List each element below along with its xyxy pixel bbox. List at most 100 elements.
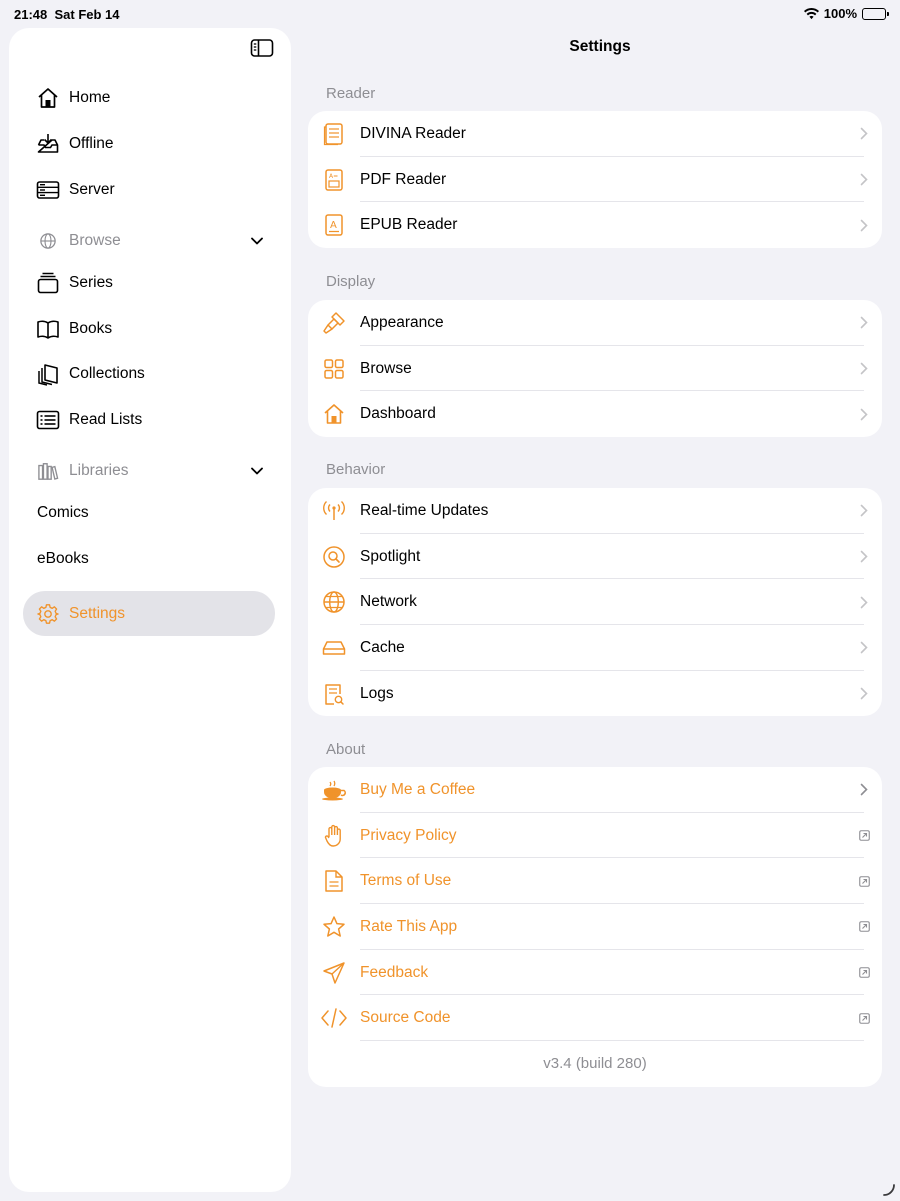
row-divina-reader[interactable]: DIVINA Reader [308, 111, 882, 157]
page-title: Settings [569, 38, 631, 55]
chevron-down-icon[interactable] [249, 463, 265, 479]
row-browse[interactable]: Browse [308, 346, 882, 392]
grid-icon [308, 346, 360, 392]
sidebar-item-settings[interactable]: Settings [23, 591, 275, 636]
row-terms-of-use[interactable]: Terms of Use [308, 858, 882, 904]
coffee-icon [308, 767, 360, 813]
star-icon [308, 904, 360, 950]
antenna-icon [308, 488, 360, 534]
svg-text:A: A [330, 220, 337, 231]
sidebar-section-label: Browse [69, 232, 121, 249]
chevron-right-icon [846, 596, 882, 609]
row-label: Terms of Use [360, 872, 452, 890]
sidebar-item-home[interactable]: Home [23, 76, 275, 120]
status-time: 21:48 Sat Feb 14 [14, 7, 120, 22]
row-cache[interactable]: Cache [308, 625, 882, 671]
row-realtime-updates[interactable]: Real-time Updates [308, 488, 882, 534]
external-link-icon [846, 1012, 882, 1024]
external-link-icon [846, 830, 882, 841]
sidebar-item-series[interactable]: Series [23, 261, 275, 305]
sidebar-item-label: Series [69, 274, 113, 291]
version-label: v3.4 (build 280) [543, 1055, 647, 1073]
settings-group-display: Appearance Browse Dashboard [308, 300, 882, 438]
row-label: Cache [360, 638, 405, 656]
status-indicators: 100% [803, 6, 889, 21]
gear-icon [35, 601, 61, 627]
hand-icon [308, 813, 360, 859]
row-logs[interactable]: Logs [308, 671, 882, 717]
row-source-code[interactable]: Source Code [308, 995, 882, 1041]
house-icon [35, 85, 61, 111]
settings-group-reader: DIVINA Reader A= PDF Reader A EPUB Reade… [308, 111, 882, 249]
row-label: Browse [360, 359, 412, 377]
globe-icon [35, 228, 61, 254]
row-label: Logs [360, 684, 394, 702]
sidebar-item-books[interactable]: Books [23, 307, 275, 351]
chevron-down-icon[interactable] [249, 233, 265, 249]
section-header-behavior: Behavior [326, 461, 386, 478]
globe-icon [308, 579, 360, 625]
sidebar-item-label: Collections [69, 365, 145, 382]
row-label: Dashboard [360, 405, 436, 423]
chevron-right-icon [846, 408, 882, 421]
sidebar-item-comics[interactable]: Comics [23, 491, 275, 535]
row-privacy-policy[interactable]: Privacy Policy [308, 813, 882, 859]
chevron-right-icon [846, 219, 882, 232]
sidebar-toggle-icon[interactable] [250, 38, 274, 58]
document-icon [308, 858, 360, 904]
sidebar-section-label: Libraries [69, 462, 129, 479]
status-clock: 21:48 [14, 7, 48, 22]
list-icon [35, 407, 61, 433]
sidebar-item-ebooks[interactable]: eBooks [23, 537, 275, 581]
server-icon [35, 177, 61, 203]
row-network[interactable]: Network [308, 579, 882, 625]
battery-percent: 100% [823, 6, 857, 21]
row-label: Buy Me a Coffee [360, 780, 476, 798]
chevron-right-icon [846, 783, 882, 796]
row-label: Spotlight [360, 547, 421, 565]
paintbrush-icon [308, 300, 360, 346]
section-header-reader: Reader [326, 85, 376, 102]
drive-icon [308, 625, 360, 671]
sidebar-item-label: Read Lists [69, 411, 143, 428]
row-pdf-reader[interactable]: A= PDF Reader [308, 157, 882, 203]
chevron-right-icon [846, 641, 882, 654]
sidebar: Home Offline Server Browse Series Books … [9, 28, 291, 1192]
sidebar-item-collections[interactable]: Collections [23, 352, 275, 396]
row-label: Privacy Policy [360, 826, 457, 844]
spotlight-icon [308, 534, 360, 580]
sidebar-item-offline[interactable]: Offline [23, 122, 275, 166]
wifi-icon [803, 7, 819, 19]
row-label: Appearance [360, 313, 444, 331]
row-feedback[interactable]: Feedback [308, 950, 882, 996]
chevron-right-icon [846, 504, 882, 517]
sidebar-section-libraries[interactable]: Libraries [23, 449, 275, 493]
row-label: Network [360, 593, 417, 611]
sidebar-item-read-lists[interactable]: Read Lists [23, 398, 275, 442]
book-icon [35, 316, 61, 342]
sidebar-item-label: Home [69, 89, 111, 106]
row-spotlight[interactable]: Spotlight [308, 534, 882, 580]
section-header-about: About [326, 741, 366, 758]
row-buy-me-a-coffee[interactable]: Buy Me a Coffee [308, 767, 882, 813]
row-label: EPUB Reader [360, 216, 458, 234]
section-header-display: Display [326, 273, 376, 290]
status-bar: 21:48 Sat Feb 14 100% [0, 0, 900, 28]
row-epub-reader[interactable]: A EPUB Reader [308, 202, 882, 248]
row-dashboard[interactable]: Dashboard [308, 391, 882, 437]
row-label: Feedback [360, 963, 429, 981]
chevron-right-icon [846, 316, 882, 329]
row-rate-this-app[interactable]: Rate This App [308, 904, 882, 950]
sidebar-section-browse[interactable]: Browse [23, 219, 275, 263]
resize-handle-icon[interactable] [882, 1183, 896, 1197]
books-shelf-icon [35, 458, 61, 484]
paperplane-icon [308, 950, 360, 996]
sidebar-item-server[interactable]: Server [23, 168, 275, 212]
row-appearance[interactable]: Appearance [308, 300, 882, 346]
sidebar-item-label: Settings [69, 604, 126, 622]
status-date: Sat Feb 14 [54, 7, 120, 22]
sidebar-item-label: Offline [69, 135, 114, 152]
sidebar-item-label: Comics [37, 504, 89, 521]
log-icon [308, 671, 360, 717]
tray-download-icon [35, 131, 61, 157]
